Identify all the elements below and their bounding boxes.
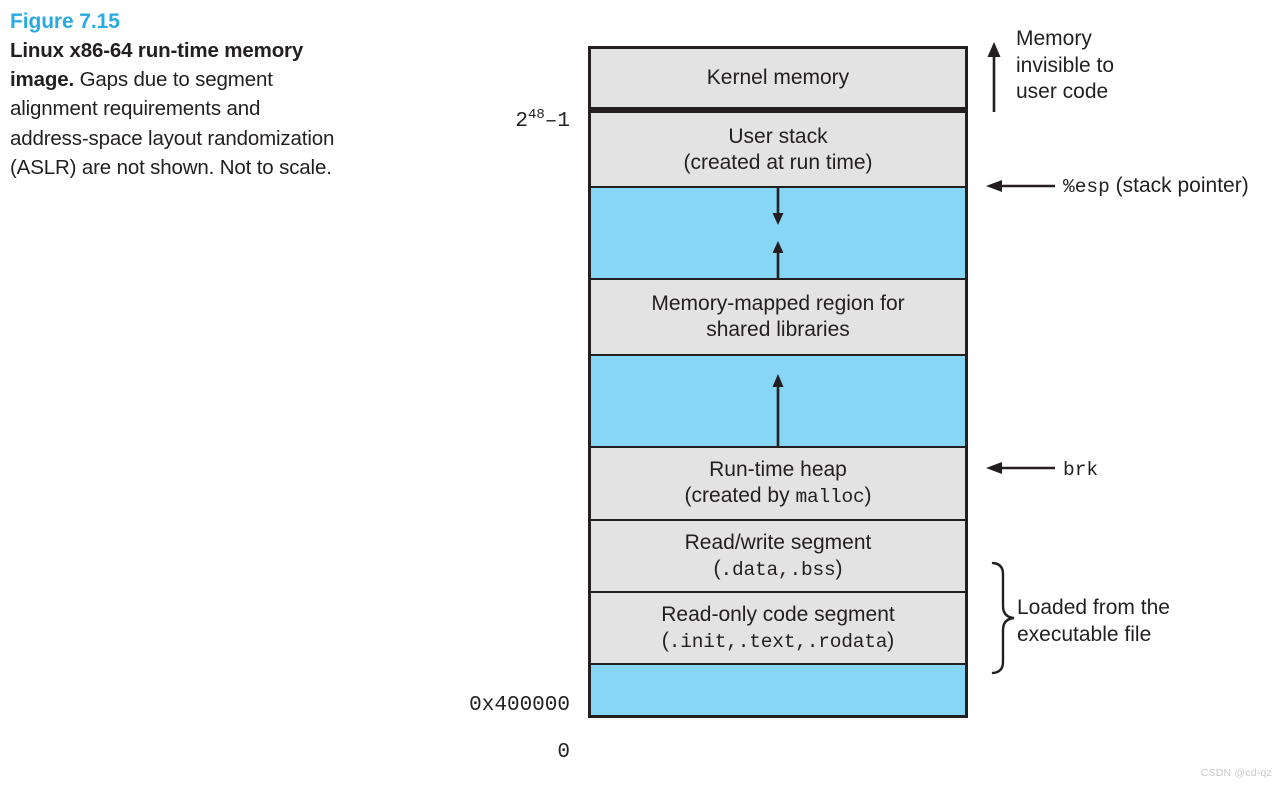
region-read-only-segment: Read-only code segment (.init,.text,.rod…	[591, 593, 965, 665]
address-label-top-base: 2	[515, 110, 528, 133]
loaded-from-executable-note: Loaded from the executable file	[1017, 595, 1170, 648]
region-memory-mapped-line1: Memory-mapped region for	[651, 292, 905, 315]
address-label-text-segment: 0x400000	[469, 694, 570, 717]
region-memory-mapped-label: Memory-mapped region for shared librarie…	[645, 291, 910, 343]
region-run-time-heap: Run-time heap (created by malloc)	[591, 448, 965, 521]
region-read-only-segment-label: Read-only code segment (.init,.text,.rod…	[655, 602, 900, 655]
region-read-only-segment-sections: .init,.text,.rodata	[668, 630, 888, 653]
region-run-time-heap-line2-tail: )	[864, 484, 872, 507]
region-kernel-memory-line1: Kernel memory	[706, 66, 850, 89]
memory-region-stack: Kernel memory User stack (created at run…	[588, 46, 968, 718]
kernel-memory-note-line1: Memory	[1016, 27, 1092, 50]
region-read-write-segment: Read/write segment (.data,.bss)	[591, 521, 965, 593]
region-memory-mapped-line2: shared libraries	[706, 318, 850, 341]
address-label-zero: 0	[557, 741, 570, 764]
stack-pointer-note: %esp (stack pointer)	[1063, 173, 1249, 201]
region-run-time-heap-line2-prefix: (created by	[684, 484, 796, 507]
region-read-write-segment-label: Read/write segment (.data,.bss)	[679, 530, 878, 583]
kernel-memory-note: Memory invisible to user code	[1016, 26, 1114, 106]
region-run-time-heap-label: Run-time heap (created by malloc)	[679, 457, 878, 510]
address-label-text-segment-value: 0x400000	[469, 694, 570, 717]
region-bottom-gap	[591, 665, 965, 715]
region-kernel-memory-label: Kernel memory	[701, 65, 855, 91]
kernel-memory-note-line2: invisible to	[1016, 53, 1115, 77]
kernel-memory-up-arrow	[987, 42, 1001, 112]
address-label-top-suffix: –1	[544, 110, 570, 133]
kernel-memory-note-line3: user code	[1016, 80, 1109, 103]
watermark: CSDN @cd-qz	[1200, 767, 1272, 779]
brk-note: brk	[1063, 456, 1098, 484]
esp-pointer-arrow	[986, 180, 1055, 192]
heap-growth-arrow	[772, 374, 784, 447]
loaded-from-executable-line2: executable file	[1017, 622, 1152, 646]
region-user-stack: User stack (created at run time)	[591, 113, 965, 188]
brk-label: brk	[1063, 459, 1099, 481]
stack-growth-arrows	[772, 187, 784, 279]
region-run-time-heap-line1: Run-time heap	[709, 458, 847, 481]
region-read-write-segment-line1: Read/write segment	[684, 530, 872, 554]
region-read-write-segment-sections: .data,.bss	[720, 558, 836, 581]
region-kernel-memory: Kernel memory	[591, 49, 965, 113]
region-read-write-segment-line2-tail: )	[835, 556, 843, 580]
region-read-only-segment-line2-tail: )	[887, 628, 895, 652]
loaded-from-executable-line1: Loaded from the	[1017, 596, 1170, 619]
stack-pointer-register-label: %esp	[1063, 176, 1110, 198]
region-user-stack-label: User stack (created at run time)	[677, 124, 878, 176]
address-label-zero-value: 0	[557, 741, 570, 764]
region-run-time-heap-line2-mono: malloc	[795, 486, 865, 508]
executable-file-brace	[991, 561, 1015, 675]
region-user-stack-line2: (created at run time)	[683, 150, 873, 174]
address-label-top-exponent: 48	[527, 107, 545, 123]
brk-pointer-arrow	[986, 462, 1055, 474]
region-read-only-segment-line1: Read-only code segment	[661, 602, 895, 626]
memory-layout-diagram: 248–1 0x400000 0 Kernel memory User stac…	[0, 0, 1280, 785]
address-label-top: 248–1	[515, 107, 570, 133]
region-memory-mapped: Memory-mapped region for shared librarie…	[591, 280, 965, 356]
region-user-stack-line1: User stack	[728, 124, 828, 148]
region-read-only-segment-line2-prefix: (	[661, 628, 669, 652]
stack-pointer-description: (stack pointer)	[1115, 174, 1249, 197]
region-stack-gap	[591, 187, 965, 280]
region-heap-gap	[591, 356, 965, 448]
